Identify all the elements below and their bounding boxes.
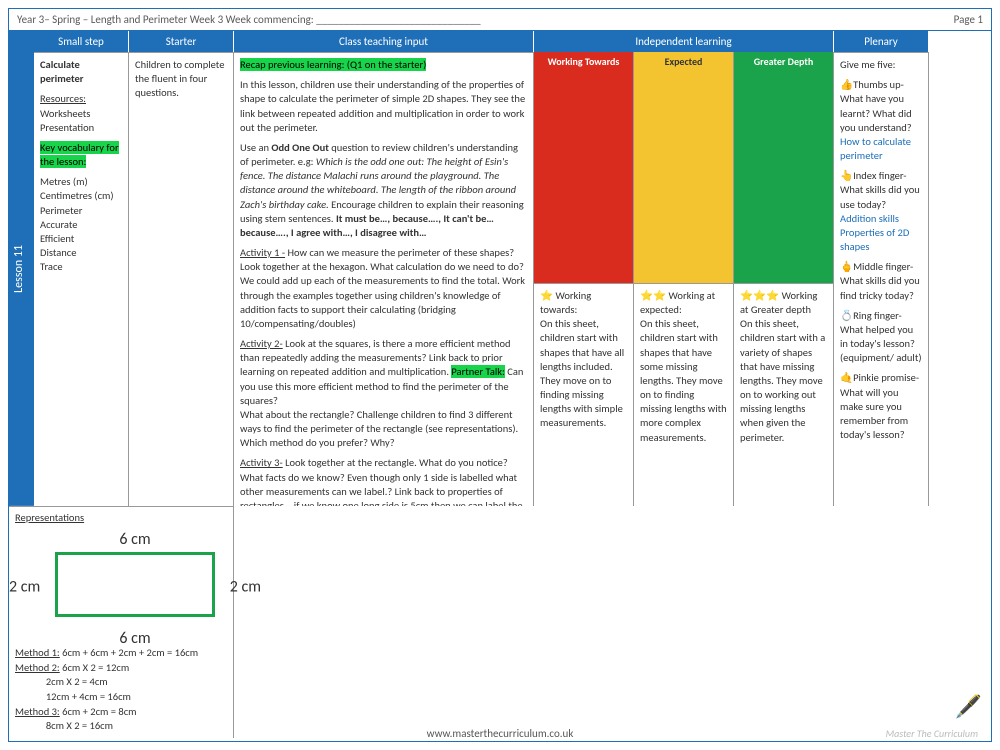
plan-grid: Lesson 11 Small step Starter Class teach…: [9, 31, 991, 738]
small-step-title: Calculate perimeter: [40, 58, 122, 86]
key-vocab-label: Key vocabulary for the lesson:: [40, 141, 119, 168]
footer-url: www.masterthecurriculum.co.uk: [427, 727, 574, 740]
method3a: 6cm + 2cm = 8cm: [60, 705, 137, 718]
col-starter: Starter: [129, 31, 234, 52]
small-step-cell: Calculate perimeter Resources: Worksheet…: [34, 52, 129, 506]
il-wt: ⭐ Working towards: On this sheet, childr…: [534, 284, 634, 506]
page-header: Year 3– Spring – Length and Perimeter We…: [9, 9, 991, 31]
resources-list: Worksheets Presentation: [40, 107, 94, 134]
label-bottom: 6 cm: [119, 629, 150, 648]
method1-label: Method 1:: [15, 646, 60, 659]
vocab-list: Metres (m) Centimetres (cm) Perimeter Ac…: [40, 175, 122, 274]
activity3-a: Look together at the rectangle. What do …: [240, 456, 523, 505]
plenary-ring: 💍Ring finger- What helped you in today's…: [840, 309, 922, 366]
header-left: Year 3– Spring – Length and Perimeter We…: [17, 13, 954, 26]
rectangle-shape: [55, 552, 215, 617]
col-small-step: Small step: [34, 31, 129, 52]
header-right: Page 1: [954, 13, 983, 26]
odd-bold: Odd One Out: [271, 141, 329, 154]
col-independent: Independent learning: [534, 31, 834, 52]
starter-cell: Children to complete the fluent in four …: [129, 52, 234, 506]
subhead-wt: Working Towards: [534, 52, 634, 284]
recap-highlight: Recap previous learning: (Q1 on the star…: [240, 58, 426, 71]
odd-pre: Use an: [240, 141, 271, 154]
plenary-thumbs-ans: How to calculate perimeter: [840, 135, 911, 162]
il-gd: ⭐⭐⭐ Working at Greater depth On this she…: [734, 284, 834, 506]
method2-label: Method 2:: [15, 661, 60, 674]
label-left: 2 cm: [9, 577, 40, 596]
plenary-pinkie: 🤙Pinkie promise- What will you make sure…: [840, 371, 922, 442]
logo-icon: 🖋️: [955, 693, 982, 720]
activity2-label: Activity 2-: [240, 337, 283, 350]
activity3-label: Activity 3-: [240, 456, 283, 469]
partner-talk-1: Partner Talk:: [451, 365, 505, 378]
lesson-plan-page: Year 3– Spring – Length and Perimeter We…: [8, 8, 992, 742]
col-teaching: Class teaching input: [234, 31, 534, 52]
plenary-index: 👆Index finger- What skills did you use t…: [840, 169, 920, 210]
plenary-cell: Give me five: 👍Thumbs up- What have you …: [834, 52, 929, 506]
brand-name: Master The Curriculum: [886, 727, 978, 740]
representations: Representations 6 cm 6 cm 2 cm 2 cm Meth…: [9, 506, 234, 738]
method3b: 8cm X 2 = 16cm: [15, 719, 227, 734]
reps-label: Representations: [15, 511, 84, 524]
method2b: 2cm X 2 = 4cm: [15, 675, 227, 690]
plenary-middle: 🖕Middle finger- What skills did you find…: [840, 260, 922, 303]
method3-label: Method 3:: [15, 705, 60, 718]
label-right: 2 cm: [230, 577, 261, 596]
method2a: 6cm X 2 = 12cm: [60, 661, 130, 674]
col-plenary: Plenary: [834, 31, 929, 52]
activity1-label: Activity 1 -: [240, 246, 285, 259]
rectangle-diagram: 6 cm 6 cm 2 cm 2 cm: [15, 542, 255, 632]
lesson-tab: Lesson 11: [9, 31, 34, 506]
label-top: 6 cm: [119, 530, 150, 549]
method2c: 12cm + 4cm = 16cm: [15, 690, 227, 705]
teaching-cell: Recap previous learning: (Q1 on the star…: [234, 52, 534, 506]
subhead-exp: Expected: [634, 52, 734, 284]
resources-label: Resources:: [40, 92, 86, 105]
plenary-intro: Give me five:: [840, 58, 922, 72]
il-exp: ⭐⭐ Working at expected: On this sheet, c…: [634, 284, 734, 506]
subhead-gd: Greater Depth: [734, 52, 834, 284]
plenary-index-ans: Addition skills Properties of 2D shapes: [840, 212, 909, 253]
methods: Method 1: 6cm + 6cm + 2cm + 2cm = 16cm M…: [15, 646, 227, 734]
plenary-thumbs: 👍Thumbs up- What have you learnt? What d…: [840, 78, 912, 134]
teaching-intro: In this lesson, children use their under…: [240, 78, 527, 135]
